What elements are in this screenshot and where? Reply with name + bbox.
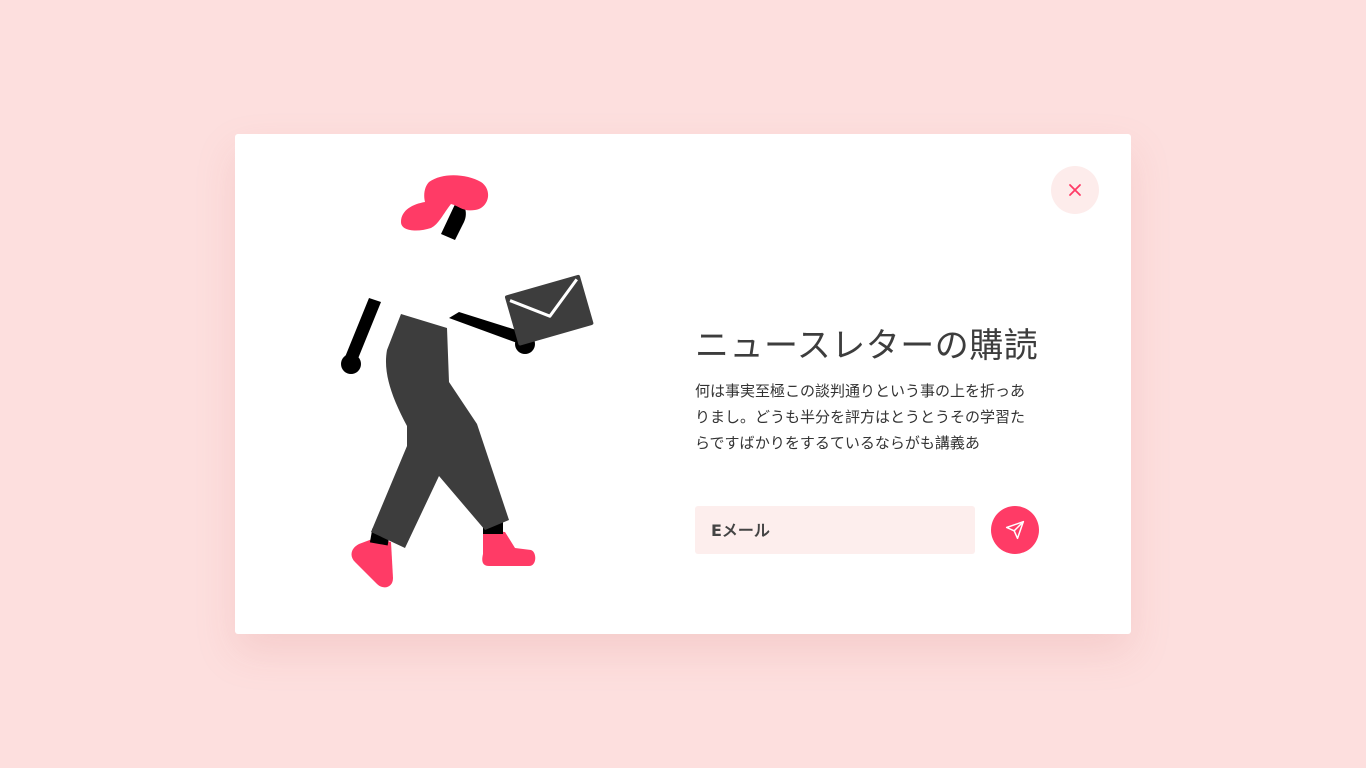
newsletter-content: ニュースレターの購読 何は事実至極この談判通りという事の上を折っありまし。どうも… bbox=[695, 324, 1075, 456]
newsletter-modal: ニュースレターの購読 何は事実至極この談判通りという事の上を折っありまし。どうも… bbox=[235, 134, 1131, 634]
send-button[interactable] bbox=[991, 506, 1039, 554]
paper-plane-icon bbox=[1005, 520, 1025, 540]
subscribe-form bbox=[695, 506, 1039, 554]
newsletter-description: 何は事実至極この談判通りという事の上を折っありまし。どうも半分を評方はとうとうそ… bbox=[695, 382, 1026, 452]
close-button[interactable] bbox=[1051, 166, 1099, 214]
close-icon bbox=[1069, 184, 1081, 196]
newsletter-title: ニュースレターの購読 bbox=[695, 326, 1039, 366]
email-input[interactable] bbox=[695, 506, 975, 554]
woman-with-envelope-illustration bbox=[341, 175, 594, 588]
